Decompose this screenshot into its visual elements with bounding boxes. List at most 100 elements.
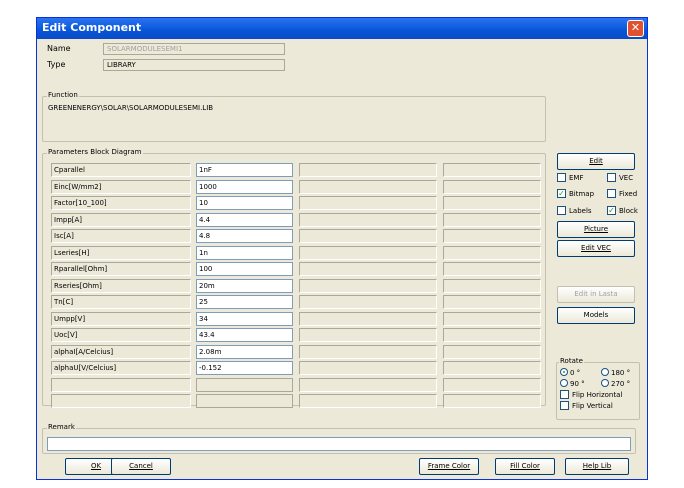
extra-column-cell (443, 163, 541, 177)
models-button[interactable]: Models (557, 307, 635, 324)
flip-vertical-checkbox[interactable]: Flip Vertical (560, 400, 613, 412)
rotate-180-radio[interactable]: 180 ° (601, 368, 630, 378)
extra-column-cell (443, 262, 541, 276)
parameter-value-input[interactable]: 1n (196, 245, 293, 260)
remark-label: Remark (47, 423, 76, 431)
parameter-name: Einc[W/mm2] (51, 179, 191, 194)
extra-column-cell (443, 278, 541, 293)
picture-button[interactable]: Picture (557, 221, 635, 238)
extra-column-cell (299, 163, 437, 177)
parameter-name (51, 377, 191, 392)
parameter-value-input[interactable]: -0.152 (196, 361, 293, 375)
emf-checkbox[interactable]: EMF (557, 172, 584, 184)
function-path: GREENENERGY\SOLAR\SOLARMODULESEMI.LIB (48, 104, 214, 112)
frame-color-button-label: Frame Color (427, 462, 471, 470)
fixed-checkbox[interactable]: Fixed (607, 188, 638, 200)
parameter-name: Factor[10_100] (51, 196, 191, 210)
extra-column-cell (443, 295, 541, 309)
rotate-90-label: 90 ° (570, 380, 585, 388)
rotate-270-label: 270 ° (611, 380, 631, 388)
edit-button[interactable]: Edit (557, 153, 635, 170)
extra-column-cell (299, 278, 437, 293)
block-checkbox[interactable]: ✓ Block (607, 205, 638, 217)
type-field: LIBRARY (103, 59, 285, 71)
vec-label: VEC (619, 174, 634, 182)
vec-checkbox[interactable]: VEC (607, 172, 634, 184)
cancel-button[interactable]: Cancel (111, 458, 171, 475)
function-group: Function GREENENERGY\SOLAR\SOLARMODULESE… (42, 91, 546, 142)
flip-horizontal-label: Flip Horizontal (572, 391, 623, 399)
type-label: Type (47, 60, 66, 69)
edit-in-lasta-button[interactable]: Edit in Lasta (557, 286, 635, 303)
frame-color-button[interactable]: Frame Color (419, 458, 479, 475)
parameter-value-input[interactable]: 100 (196, 262, 293, 276)
parameter-value-input[interactable]: 1nF (196, 163, 293, 177)
name-field: SOLARMODULESEMI1 (103, 43, 285, 55)
extra-column-cell (299, 311, 437, 326)
edit-vec-button[interactable]: Edit VEC (557, 240, 635, 257)
parameter-value-input[interactable]: 4.4 (196, 212, 293, 227)
bitmap-label: Bitmap (569, 190, 595, 198)
extra-column-cell (299, 212, 437, 227)
parameter-name: Rparallel[Ohm] (51, 262, 191, 276)
rotate-0-radio[interactable]: 0 ° (560, 368, 580, 378)
rotate-90-radio[interactable]: 90 ° (560, 379, 585, 389)
fixed-label: Fixed (619, 190, 638, 198)
close-icon[interactable]: ✕ (627, 20, 644, 37)
parameter-value-input[interactable]: 1000 (196, 179, 293, 194)
extra-column-cell (299, 361, 437, 375)
parameter-value-input[interactable]: 20m (196, 278, 293, 293)
bitmap-checkbox[interactable]: ✓ Bitmap (557, 188, 595, 200)
parameter-name: alphaU[V/Celcius] (51, 361, 191, 375)
extra-column-cell (299, 394, 437, 408)
extra-column-cell (299, 344, 437, 359)
extra-column-cell (299, 295, 437, 309)
bitmap-check-icon: ✓ (557, 188, 566, 198)
parameter-value-input[interactable]: 10 (196, 196, 293, 210)
parameter-value-input[interactable]: 25 (196, 295, 293, 309)
rotate-180-label: 180 ° (611, 369, 631, 377)
extra-column-cell (299, 196, 437, 210)
parameter-name (51, 394, 191, 408)
extra-column-cell (443, 179, 541, 194)
title-bar[interactable]: Edit Component ✕ (37, 18, 647, 39)
extra-column-cell (299, 328, 437, 342)
help-lib-button-label: Help Lib (582, 462, 612, 470)
fill-color-button-label: Fill Color (510, 462, 540, 470)
parameter-value-input[interactable] (196, 394, 293, 408)
rotate-180-radio-icon (601, 368, 609, 376)
flip-vertical-check-icon (560, 400, 569, 410)
parameter-value-input[interactable]: 4.8 (196, 229, 293, 243)
extra-column-cell (443, 361, 541, 375)
extra-column-cell (443, 328, 541, 342)
emf-check-icon (557, 172, 566, 182)
extra-column-cell (299, 377, 437, 392)
parameter-value-input[interactable]: 34 (196, 311, 293, 326)
extra-column-cell (443, 212, 541, 227)
extra-column-cell (299, 229, 437, 243)
rotate-90-radio-icon (560, 379, 568, 387)
flip-horizontal-checkbox[interactable]: Flip Horizontal (560, 389, 623, 401)
edit-vec-button-label: Edit VEC (581, 244, 611, 252)
vec-check-icon (607, 172, 616, 182)
parameter-name: Cparallel (51, 163, 191, 177)
parameter-value-input[interactable]: 43.4 (196, 328, 293, 342)
parameter-name: Rseries[Ohm] (51, 278, 191, 293)
parameter-value-input[interactable]: 2.08m (196, 344, 293, 359)
parameter-name: Uoc[V] (51, 328, 191, 342)
rotate-label: Rotate (559, 357, 584, 365)
parameter-value-input[interactable] (196, 377, 293, 392)
help-lib-button[interactable]: Help Lib (565, 458, 629, 475)
edit-component-window: Edit Component ✕ Name SOLARMODULESEMI1 T… (36, 17, 648, 480)
extra-column-cell (443, 377, 541, 392)
flip-horizontal-check-icon (560, 389, 569, 399)
ok-button-label: OK (90, 462, 102, 470)
remark-input[interactable] (47, 437, 631, 451)
fill-color-button[interactable]: Fill Color (495, 458, 555, 475)
parameter-name: alphaI[A/Celcius] (51, 344, 191, 359)
rotate-270-radio[interactable]: 270 ° (601, 379, 630, 389)
labels-checkbox[interactable]: Labels (557, 205, 592, 217)
rotate-270-radio-icon (601, 379, 609, 387)
parameter-name: Umpp[V] (51, 311, 191, 326)
picture-button-label: Picture (583, 225, 609, 233)
